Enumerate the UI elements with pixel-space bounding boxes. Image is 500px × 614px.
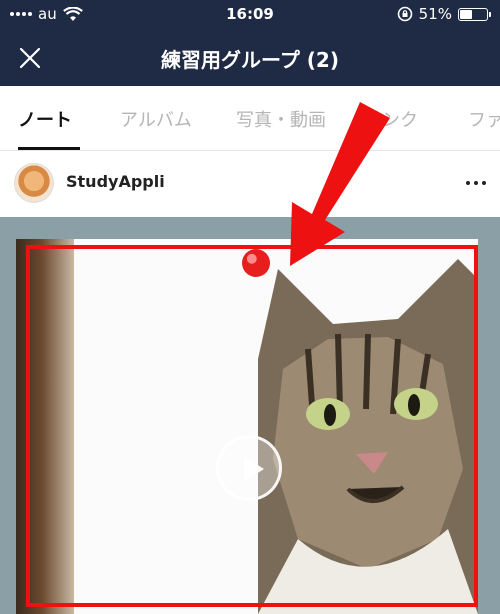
tab-photos-videos[interactable]: 写真・動画: [236, 106, 326, 132]
tab-link[interactable]: リンク: [364, 106, 418, 132]
tab-bar: ノート アルバム 写真・動画 リンク ファ: [0, 86, 500, 151]
active-tab-indicator: [18, 147, 80, 150]
group-header: 練習用グループ (2): [0, 30, 500, 86]
top-bar: au 16:09 51% 練習用グループ (2): [0, 0, 500, 86]
battery-percent: 51%: [418, 5, 452, 23]
post-header: StudyAppli: [0, 151, 500, 217]
rotation-lock-icon: [397, 6, 412, 22]
highlight-box: [26, 245, 478, 607]
post-author[interactable]: StudyAppli: [66, 172, 165, 191]
avatar[interactable]: [14, 163, 54, 203]
tab-note[interactable]: ノート: [18, 106, 72, 132]
tab-files[interactable]: ファ: [468, 106, 500, 132]
status-bar: au 16:09 51%: [0, 0, 500, 30]
tab-album[interactable]: アルバム: [120, 106, 192, 132]
battery-icon: [458, 7, 491, 21]
more-options-icon[interactable]: [466, 181, 486, 185]
page-title: 練習用グループ (2): [161, 48, 339, 72]
